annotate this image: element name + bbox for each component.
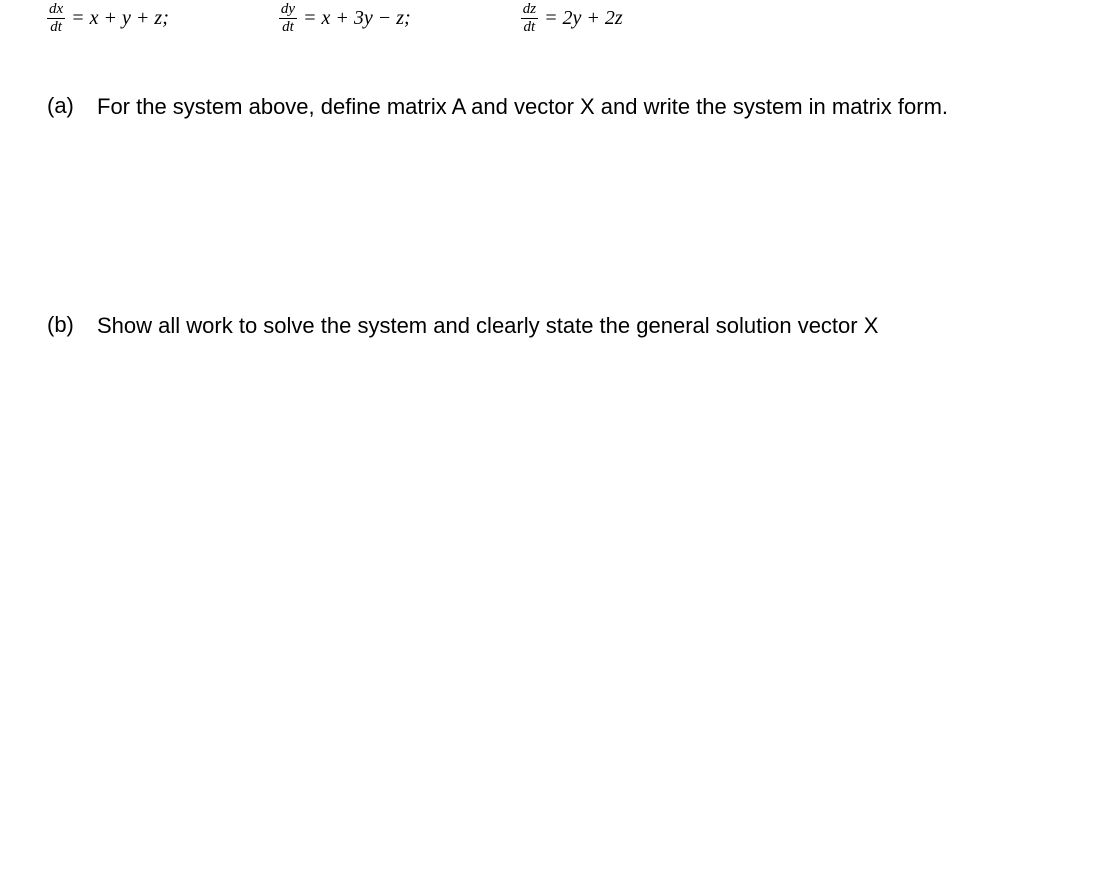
equation-body: = x + 3y − z; xyxy=(303,7,411,30)
equation-2: dy dt = x + 3y − z; xyxy=(279,2,411,35)
part-a-label: (a) xyxy=(47,93,97,122)
part-a-text: For the system above, define matrix A an… xyxy=(97,93,948,122)
fraction-dx-dt: dx dt xyxy=(47,2,65,35)
fraction-dz-dt: dz dt xyxy=(521,2,538,35)
document-page: dx dt = x + y + z; dy dt = x + 3y − z; d… xyxy=(0,0,1100,889)
part-a: (a) For the system above, define matrix … xyxy=(0,93,1100,122)
equation-body: = 2y + 2z xyxy=(544,7,623,30)
equation-3: dz dt = 2y + 2z xyxy=(521,2,623,35)
part-b-label: (b) xyxy=(47,312,97,341)
equation-1: dx dt = x + y + z; xyxy=(47,2,169,35)
fraction-dy-dt: dy dt xyxy=(279,2,297,35)
numerator: dz xyxy=(521,2,538,19)
equations-row: dx dt = x + y + z; dy dt = x + 3y − z; d… xyxy=(0,0,1100,35)
part-b: (b) Show all work to solve the system an… xyxy=(0,312,1100,341)
part-b-text: Show all work to solve the system and cl… xyxy=(97,312,878,341)
denominator: dt xyxy=(280,19,296,35)
equation-body: = x + y + z; xyxy=(71,7,169,30)
denominator: dt xyxy=(48,19,64,35)
numerator: dy xyxy=(279,2,297,19)
denominator: dt xyxy=(522,19,538,35)
numerator: dx xyxy=(47,2,65,19)
